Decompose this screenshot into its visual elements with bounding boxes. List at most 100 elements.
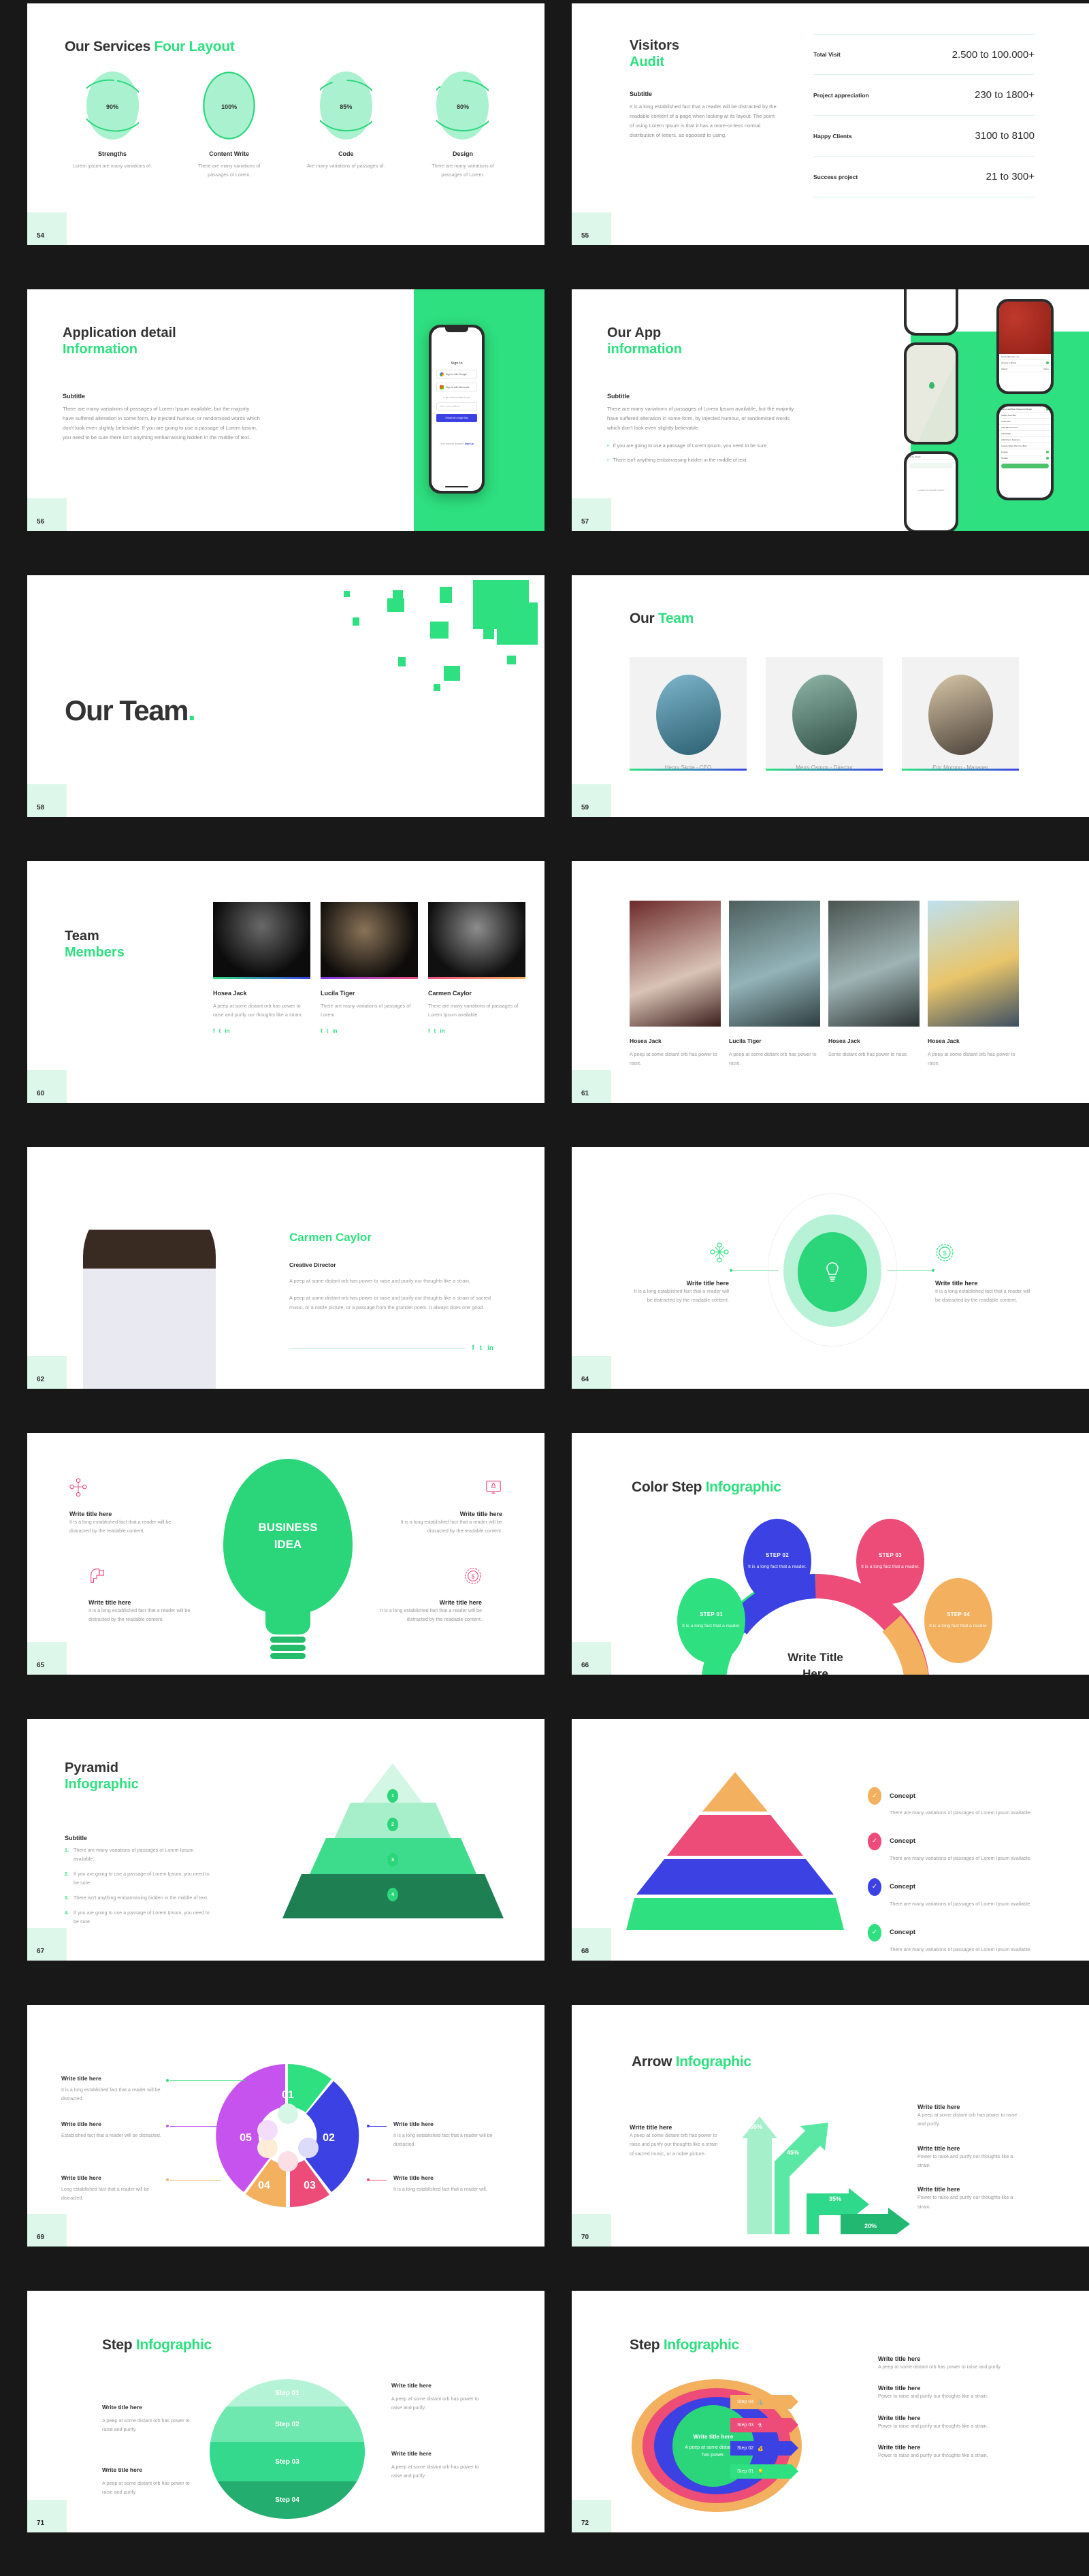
- service-desc: There are many variations of passages of…: [197, 163, 261, 178]
- facebook-icon[interactable]: f: [472, 1345, 474, 1352]
- social-links[interactable]: f t in: [428, 1028, 525, 1034]
- service-item[interactable]: 90% Strengths Lorem ipsum are many varia…: [61, 71, 163, 179]
- legend-row[interactable]: ✓ Concept There are many variations of pa…: [868, 1832, 1038, 1863]
- list-text: There isn't anything embarrassing hidden…: [74, 1894, 208, 1901]
- step-bubble[interactable]: STEP 01 It is a long fact that a reader.: [677, 1578, 745, 1663]
- slide-visitors-audit[interactable]: Visitors Audit Subtitle It is a long esta…: [572, 3, 1089, 245]
- step-tag[interactable]: Step 01 💡: [730, 2464, 798, 2479]
- table-row[interactable]: Success project 21 to 300+: [813, 157, 1035, 197]
- twitter-icon[interactable]: t: [219, 1028, 221, 1034]
- slide-step-rings[interactable]: Step Infographic Write title here A peep…: [572, 2291, 1089, 2532]
- legend-row[interactable]: ✓ Concept There are many variations of pa…: [868, 1878, 1038, 1909]
- service-item[interactable]: 80% Design There are many variations of …: [412, 71, 514, 179]
- right-callouts: Write title here A peep at some distant …: [917, 2104, 1020, 2227]
- svg-text:03: 03: [304, 2180, 316, 2191]
- check-icon: ✓: [868, 1878, 881, 1896]
- page-number-badge: 61: [572, 1070, 611, 1103]
- progress-ring: 80%: [436, 71, 489, 140]
- member-card[interactable]: Hosea Jack A peep at some distant orb ha…: [630, 901, 721, 1068]
- slide-two-point-diagram[interactable]: Write title here It is a long establishe…: [572, 1147, 1089, 1389]
- slide-step-egg[interactable]: Step Infographic Step 01 Step 02 Step 03…: [27, 2291, 544, 2532]
- member-card[interactable]: Hosea Jack A peep at some distant orb ha…: [213, 902, 310, 1034]
- concept-title: Concept: [890, 1792, 915, 1800]
- bulb-line-2: IDEA: [274, 1538, 302, 1551]
- slide-our-services[interactable]: Our Services Four Layout 90% Strengths L…: [27, 3, 544, 245]
- or-divider-label: or get a link emailed to you: [442, 396, 471, 399]
- team-card[interactable]: Eric Morgon - Manager: [902, 657, 1019, 771]
- stat-value: 230 to 1800+: [974, 89, 1035, 101]
- facebook-icon[interactable]: f: [213, 1028, 215, 1034]
- subtitle-block: Subtitle 1. There are many variations of …: [65, 1835, 211, 1933]
- member-card[interactable]: Hosea Jack Some distant orb has power to…: [828, 901, 920, 1068]
- step-bubble[interactable]: STEP 02 It is a long fact that a reader.: [743, 1519, 811, 1604]
- legend-row[interactable]: ✓ Concept There are many variations of pa…: [868, 1787, 1038, 1818]
- social-links[interactable]: f t in: [321, 1028, 418, 1034]
- google-signin-button[interactable]: Sign in with Google: [436, 370, 477, 379]
- page-number-badge: 68: [572, 1928, 611, 1961]
- table-row[interactable]: Happy Clients 3100 to 8100: [813, 116, 1035, 157]
- page-title: Step Infographic: [630, 2337, 739, 2354]
- email-login-link-button[interactable]: Email me a login link: [436, 414, 477, 422]
- slide-arrow-infographic[interactable]: Arrow Infographic Write title here A pee…: [572, 2005, 1089, 2247]
- callout-title: Write title here: [459, 1511, 502, 1517]
- table-row[interactable]: Project appreciation 230 to 1800+: [813, 75, 1035, 116]
- slide-our-team-cover[interactable]: Our Team. 58: [27, 575, 544, 817]
- linkedin-icon[interactable]: in: [440, 1028, 444, 1034]
- twitter-icon[interactable]: t: [480, 1345, 482, 1352]
- slide-our-app[interactable]: Our App information Subtitle There are ma…: [572, 289, 1089, 531]
- step-tag[interactable]: Step 03 ⚗: [730, 2418, 798, 2432]
- twitter-icon[interactable]: t: [434, 1028, 436, 1034]
- linkedin-icon[interactable]: in: [332, 1028, 337, 1034]
- slide-our-team-cards[interactable]: Our Team Henry Skote - CEO Merry Osmon -…: [572, 575, 1089, 817]
- percent-value: 90: [105, 103, 113, 110]
- callout-group: Write title here Power to raise and purif…: [878, 2444, 1024, 2460]
- callout-title: Write title here: [630, 2124, 672, 2131]
- slide-color-step[interactable]: Color Step Infographic Write Title Here …: [572, 1433, 1089, 1675]
- page-number-badge: 70: [572, 2214, 611, 2247]
- callout-body: Power to raise and purify our thoughts l…: [917, 2153, 1013, 2168]
- member-card[interactable]: Hosea Jack A peep at some distant orb ha…: [928, 901, 1019, 1068]
- slide-team-grid[interactable]: Hosea Jack A peep at some distant orb ha…: [572, 861, 1089, 1103]
- slide-pyramid-concepts[interactable]: ✓ Concept There are many variations of pa…: [572, 1719, 1089, 1961]
- team-card[interactable]: Merry Osmon - Director: [766, 657, 883, 771]
- slide-team-members[interactable]: Team Members Hosea Jack A peep at some di…: [27, 861, 544, 1103]
- slide-business-idea[interactable]: BUSINESS IDEA Write title here It is a lo…: [27, 1433, 544, 1675]
- facebook-icon[interactable]: f: [321, 1028, 323, 1034]
- social-links[interactable]: f t in: [472, 1345, 493, 1352]
- linkedin-icon[interactable]: in: [225, 1028, 229, 1034]
- member-card[interactable]: Carmen Caylor There are many variations …: [428, 902, 525, 1034]
- service-item[interactable]: 85% Code Are many variations of passages…: [295, 71, 397, 179]
- linkedin-icon[interactable]: in: [487, 1345, 493, 1352]
- step-band[interactable]: Step 01: [210, 2379, 365, 2406]
- slide-pyramid-infographic[interactable]: Pyramid Infographic Subtitle 1. There are …: [27, 1719, 544, 1961]
- member-card[interactable]: Lucila Tiger There are many variations o…: [321, 902, 418, 1034]
- google-icon: [440, 372, 444, 376]
- service-item[interactable]: 100% Content Write There are many variat…: [178, 71, 280, 179]
- callout-body: It is a long established fact that a rea…: [380, 1607, 482, 1623]
- twitter-icon[interactable]: t: [327, 1028, 329, 1034]
- step-tag[interactable]: Step 02 💰: [730, 2441, 798, 2456]
- social-links[interactable]: f t in: [213, 1028, 310, 1034]
- email-field[interactable]: Work email address: [436, 402, 477, 410]
- cover-title-dot: .: [187, 694, 196, 726]
- slide-profile[interactable]: Carmen Caylor Creative Director A peep a…: [27, 1147, 544, 1389]
- segment-callout: Write title here Long established fact t…: [61, 2174, 165, 2204]
- facebook-icon[interactable]: f: [428, 1028, 430, 1034]
- step-bubble[interactable]: STEP 03 It is a long fact that a reader.: [856, 1519, 924, 1604]
- signup-link[interactable]: Sign Up: [465, 442, 474, 445]
- slide-circle-segments[interactable]: 01 02 03 04 05 Write title here It is a …: [27, 2005, 544, 2247]
- team-card[interactable]: Henry Skote - CEO: [630, 657, 747, 771]
- step-tag[interactable]: Step 04 ⚓: [730, 2395, 798, 2409]
- member-desc: There are many variations of passages of…: [321, 1003, 411, 1018]
- step-band[interactable]: Step 03: [210, 2442, 365, 2481]
- member-card[interactable]: Lucila Tiger A peep at some distant orb …: [729, 901, 820, 1068]
- step-band[interactable]: Step 04: [210, 2481, 365, 2519]
- slide-application-detail[interactable]: Application detail Information Subtitle T…: [27, 289, 544, 531]
- svg-text:05: 05: [240, 2132, 252, 2144]
- microsoft-signin-button[interactable]: Sign in with Microsoft: [436, 383, 477, 391]
- table-row[interactable]: Total Visit 2.500 to 100.000+: [813, 34, 1035, 75]
- callout-body: It is a long established fact that a rea…: [400, 1519, 502, 1534]
- step-bubble[interactable]: STEP 04 It is a long fact that a reader.: [924, 1578, 992, 1663]
- step-band[interactable]: Step 02: [210, 2406, 365, 2442]
- legend-row[interactable]: ✓ Concept There are many variations of pa…: [868, 1923, 1038, 1954]
